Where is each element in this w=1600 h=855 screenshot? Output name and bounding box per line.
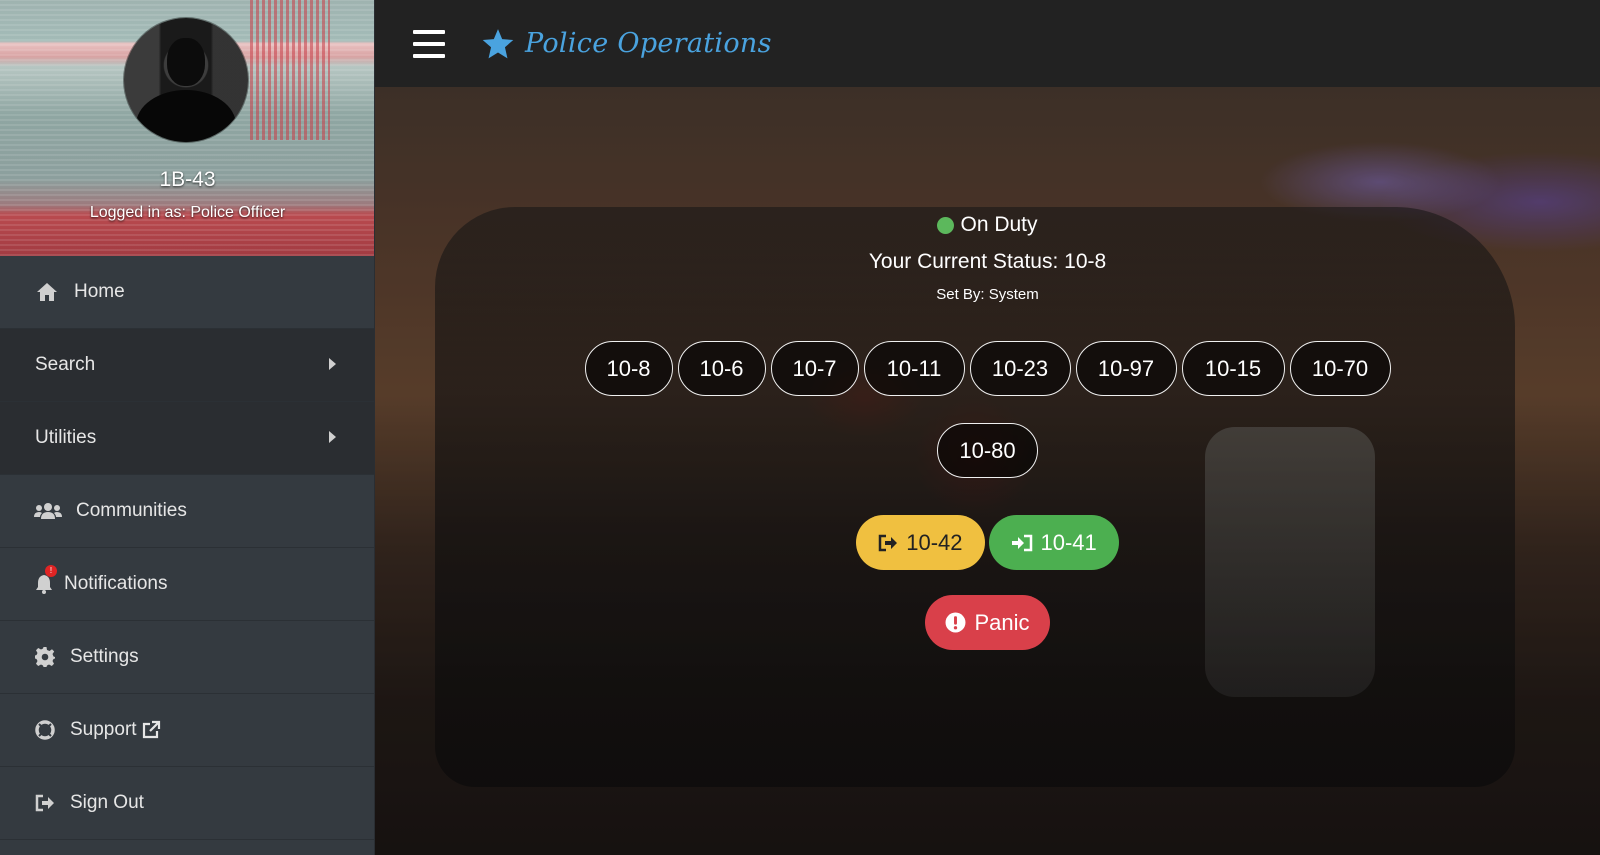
sidebar-item-label: Communities (76, 500, 187, 521)
button-label: 10-42 (906, 529, 963, 555)
status-code-button[interactable]: 10-97 (1075, 341, 1177, 396)
panic-button[interactable]: Panic (925, 595, 1050, 650)
sidebar-item-label: Utilities (35, 427, 97, 448)
in-service-button[interactable]: 10-41 (988, 515, 1119, 570)
status-codes-row-1: 10-8 10-6 10-7 10-11 10-23 10-97 10-15 1… (375, 341, 1600, 396)
status-codes-row-2: 10-80 (375, 423, 1600, 478)
bell-icon: ! (34, 565, 57, 597)
sidebar-item-label: Support (70, 719, 137, 740)
button-label: 10-41 (1040, 529, 1097, 555)
sidebar-item-label: Home (74, 281, 125, 302)
out-of-service-button[interactable]: 10-42 (856, 515, 985, 570)
avatar (124, 18, 248, 142)
callsign: 1B-43 (159, 168, 216, 191)
sidebar-item-label: Notifications (64, 573, 168, 594)
sidebar-item-sign-out[interactable]: Sign Out (0, 767, 374, 840)
panic-actions: Panic (375, 595, 1600, 650)
notification-badge: ! (45, 565, 57, 577)
status-code-button[interactable]: 10-80 (937, 423, 1038, 478)
button-label: Panic (974, 609, 1030, 635)
duty-status-label: On Duty (960, 213, 1038, 236)
logged-in-label: Logged in as: Police Officer (89, 204, 286, 221)
home-icon (34, 279, 60, 305)
sidebar-item-notifications[interactable]: ! Notifications (0, 548, 374, 621)
status-code-button[interactable]: 10-7 (770, 341, 859, 396)
caret-right-icon (329, 358, 336, 370)
sidebar-item-settings[interactable]: Settings (0, 621, 374, 694)
app-title: Police Operations (525, 28, 772, 59)
star-icon (481, 28, 515, 60)
menu-toggle-icon[interactable] (413, 29, 445, 58)
external-link-icon (141, 720, 161, 740)
sidebar: 1B-43 Logged in as: Police Officer Home … (0, 0, 375, 855)
status-set-by: Set By: System (936, 286, 1039, 303)
profile-header: 1B-43 Logged in as: Police Officer (0, 0, 374, 256)
sidebar-item-label: Search (35, 354, 96, 375)
life-ring-icon (34, 717, 56, 743)
caret-right-icon (329, 431, 336, 443)
status-dot (937, 216, 955, 234)
sign-out-icon (34, 790, 56, 816)
status-code-button[interactable]: 10-23 (969, 341, 1071, 396)
gear-icon (34, 644, 56, 670)
current-status: Your Current Status: 10-8 (868, 250, 1107, 273)
status-code-button[interactable]: 10-11 (863, 341, 965, 396)
duty-status: On Duty (375, 213, 1600, 237)
sidebar-item-utilities[interactable]: Utilities (0, 402, 374, 475)
status-code-button[interactable]: 10-8 (584, 341, 673, 396)
sidebar-item-label: Sign Out (70, 792, 144, 813)
users-icon (34, 498, 62, 524)
status-code-button[interactable]: 10-6 (677, 341, 766, 396)
sidebar-item-communities[interactable]: Communities (0, 475, 374, 548)
exclamation-circle-icon (945, 612, 966, 633)
main-content: On Duty Your Current Status: 10-8 Set By… (375, 87, 1600, 855)
sign-out-icon (878, 534, 898, 551)
sidebar-item-search[interactable]: Search (0, 329, 374, 402)
sidebar-item-support[interactable]: Support (0, 694, 374, 767)
brand[interactable]: Police Operations (481, 28, 772, 60)
sign-in-icon (1011, 534, 1032, 551)
top-navbar: Police Operations (375, 0, 1600, 87)
sidebar-item-home[interactable]: Home (0, 256, 374, 329)
status-code-button[interactable]: 10-15 (1181, 341, 1285, 396)
service-actions: 10-42 10-41 (375, 515, 1600, 570)
status-code-button[interactable]: 10-70 (1289, 341, 1391, 396)
sidebar-item-label: Settings (70, 646, 139, 667)
